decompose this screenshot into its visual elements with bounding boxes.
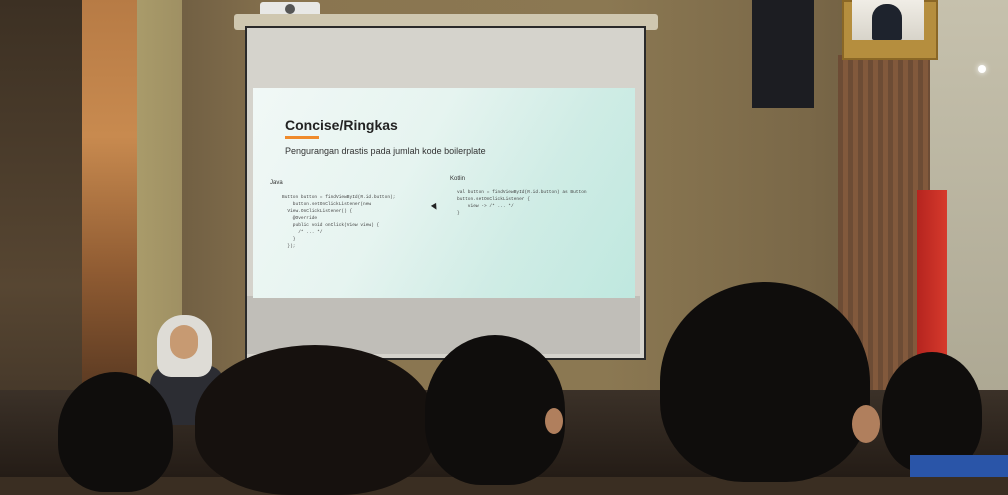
audience-head <box>660 282 870 482</box>
java-code-block: Button button = findViewById(R.id.button… <box>282 195 396 249</box>
door <box>82 0 137 390</box>
audience-head <box>195 345 435 495</box>
slide-title-underline <box>285 136 319 139</box>
audience-shirt <box>910 455 1008 477</box>
slide-subtitle: Pengurangan drastis pada jumlah kode boi… <box>285 146 486 156</box>
audience-ear <box>545 408 563 434</box>
kotlin-label: Kotlin <box>450 176 466 182</box>
audience-head <box>882 352 982 472</box>
speaker-icon <box>752 0 814 108</box>
audience-head <box>58 372 173 492</box>
slide-title: Concise/Ringkas <box>285 117 398 133</box>
java-label: Java <box>270 180 283 186</box>
portrait-person <box>872 4 902 40</box>
audience-ear <box>852 405 880 443</box>
flag-icon <box>917 190 947 355</box>
wall-light <box>978 65 986 73</box>
presenter-face <box>170 325 198 359</box>
projector-lens <box>285 4 295 14</box>
audience-head <box>425 335 565 485</box>
kotlin-code-block: val button = findViewById(R.id.button) a… <box>457 190 587 216</box>
